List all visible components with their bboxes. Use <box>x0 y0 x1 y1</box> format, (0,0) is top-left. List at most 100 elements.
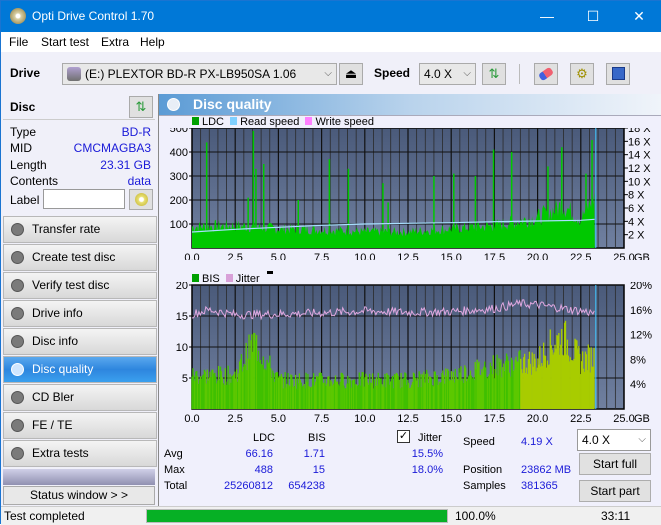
x-tick-label: 25.0 <box>613 413 634 422</box>
nav-fe-te[interactable]: FE / TE <box>3 412 157 439</box>
progress-fill <box>147 510 447 522</box>
elapsed-time: 33:11 <box>601 509 631 523</box>
legend-write-speed: Write speed <box>315 116 374 128</box>
y-tick-label: 5 <box>182 373 188 385</box>
stats-avg-jitter: 15.5% <box>411 448 443 460</box>
y2-tick-label: 16% <box>630 305 652 317</box>
disc-length-key: Length <box>10 158 47 172</box>
eject-button[interactable]: ⏏ <box>339 63 363 85</box>
stats-total-bis: 654238 <box>288 480 325 492</box>
nav-disc-info[interactable]: Disc info <box>3 328 157 355</box>
test-speed-select[interactable]: 4.0 X ⌵ <box>577 429 651 451</box>
menu-extra[interactable]: Extra <box>101 35 129 49</box>
speed-select-value: 4.0 X <box>424 67 453 81</box>
legend-jitter-swatch <box>225 274 233 282</box>
drive-select[interactable]: (E:) PLEXTOR BD-R PX-LB950SA 1.06 ⌵ <box>62 63 337 85</box>
nav-drive-info[interactable]: Drive info <box>3 300 157 327</box>
chevron-down-icon: ⌵ <box>638 434 646 445</box>
status-bar: Test completed 100.0% 33:11 <box>1 506 661 525</box>
disc-length-value: 23.31 GB <box>100 158 151 172</box>
nav-create-test-disc[interactable]: Create test disc <box>3 244 157 271</box>
disc-label-input[interactable] <box>43 189 125 209</box>
stats-max-label: Max <box>164 464 185 476</box>
toolbar: Drive (E:) PLEXTOR BD-R PX-LB950SA 1.06 … <box>1 52 661 94</box>
toolbar-divider <box>519 64 520 84</box>
nav-disc-quality[interactable]: Disc quality <box>3 356 157 383</box>
x-tick-label: 10.0 <box>354 413 375 422</box>
disc-icon <box>11 335 24 348</box>
speed-select[interactable]: 4.0 X ⌵ <box>419 63 476 85</box>
chart1-legend: LDC Read speed Write speed <box>192 116 374 128</box>
x-tick-label: 17.5 <box>484 252 505 260</box>
x-axis-unit: GB <box>634 413 650 422</box>
jitter-checkbox[interactable]: ✓ <box>397 430 410 443</box>
disc-contents-value: data <box>127 174 151 188</box>
save-button[interactable] <box>606 63 630 85</box>
legend-write-swatch <box>305 117 313 125</box>
stats-total-ldc: 25260812 <box>224 480 273 492</box>
y-tick-label: 10 <box>176 342 188 354</box>
disc-label-button[interactable] <box>129 189 153 210</box>
samples-value: 381365 <box>521 480 558 492</box>
legend-ldc-swatch <box>192 117 199 125</box>
y2-tick-label: 4% <box>630 379 646 391</box>
disc-quality-icon <box>167 98 180 111</box>
nav-verify-test-disc[interactable]: Verify test disc <box>3 272 157 299</box>
status-window-button[interactable]: Status window > > <box>3 486 155 505</box>
minimize-button[interactable]: — <box>524 1 570 32</box>
y-tick-label: 400 <box>170 147 188 159</box>
stats-col-ldc: LDC <box>253 432 276 444</box>
nav-label: Transfer rate <box>32 222 101 236</box>
x-tick-label: 20.0 <box>527 413 548 422</box>
panel-title: Disc quality <box>193 96 272 112</box>
chevron-down-icon: ⌵ <box>463 68 471 79</box>
legend-read-swatch <box>230 117 238 125</box>
start-full-button[interactable]: Start full <box>579 453 651 475</box>
stats-max-jitter: 18.0% <box>411 464 443 476</box>
x-tick-label: 12.5 <box>397 252 418 260</box>
nav-label: Verify test disc <box>32 278 110 292</box>
stats-col-jitter: Jitter <box>418 432 442 444</box>
disc-icon <box>11 279 24 292</box>
ldc-chart: 0.0 2.5 5.0 7.5 10.0 12.5 15.0 17.5 20.0 22.5 25.0… <box>170 128 651 260</box>
nav-label: Disc quality <box>32 362 94 376</box>
nav-label: Drive info <box>32 306 83 320</box>
legend-ldc: LDC <box>202 116 225 128</box>
start-part-button[interactable]: Start part <box>579 480 651 502</box>
progress-percent: 100.0% <box>455 509 496 523</box>
nav-cd-bler[interactable]: CD Bler <box>3 384 157 411</box>
disc-header: Disc ⇅ <box>3 95 155 120</box>
disc-icon <box>11 391 24 404</box>
x-tick-label: 10.0 <box>354 252 375 260</box>
progress-bar <box>146 509 448 523</box>
x-tick-label: 15.0 <box>440 413 461 422</box>
x-tick-label: 20.0 <box>527 252 548 260</box>
maximize-button[interactable]: ☐ <box>570 1 616 32</box>
stats-total-label: Total <box>164 480 188 492</box>
settings-button[interactable]: ⚙ <box>570 63 594 85</box>
disc-icon <box>11 419 24 432</box>
legend-marker <box>266 271 273 274</box>
y-tick-label: 15 <box>176 311 188 323</box>
disc-type-value: BD-R <box>121 125 151 139</box>
menu-start-test[interactable]: Start test <box>41 35 89 49</box>
menu-file[interactable]: File <box>9 35 28 49</box>
disc-icon <box>11 251 24 264</box>
erase-button[interactable] <box>534 63 558 85</box>
panel-header: Disc quality <box>159 94 661 116</box>
position-label: Position <box>463 464 503 476</box>
disc-refresh-button[interactable]: ⇅ <box>129 96 153 118</box>
y2-tick-label: 20% <box>630 282 652 292</box>
nav-extra-tests[interactable]: Extra tests <box>3 440 157 467</box>
legend-bis-swatch <box>192 274 199 282</box>
nav-label: Extra tests <box>32 446 89 460</box>
menu-help[interactable]: Help <box>140 35 165 49</box>
stats-avg-bis: 1.71 <box>303 448 325 460</box>
close-button[interactable]: ✕ <box>616 1 661 32</box>
eraser-icon <box>537 66 555 82</box>
y-tick-label: 200 <box>170 195 188 207</box>
y2-tick-label: 6 X <box>628 203 645 215</box>
refresh-button[interactable]: ⇅ <box>482 63 506 85</box>
nav-transfer-rate[interactable]: Transfer rate <box>3 216 157 243</box>
eject-icon: ⏏ <box>344 66 358 81</box>
